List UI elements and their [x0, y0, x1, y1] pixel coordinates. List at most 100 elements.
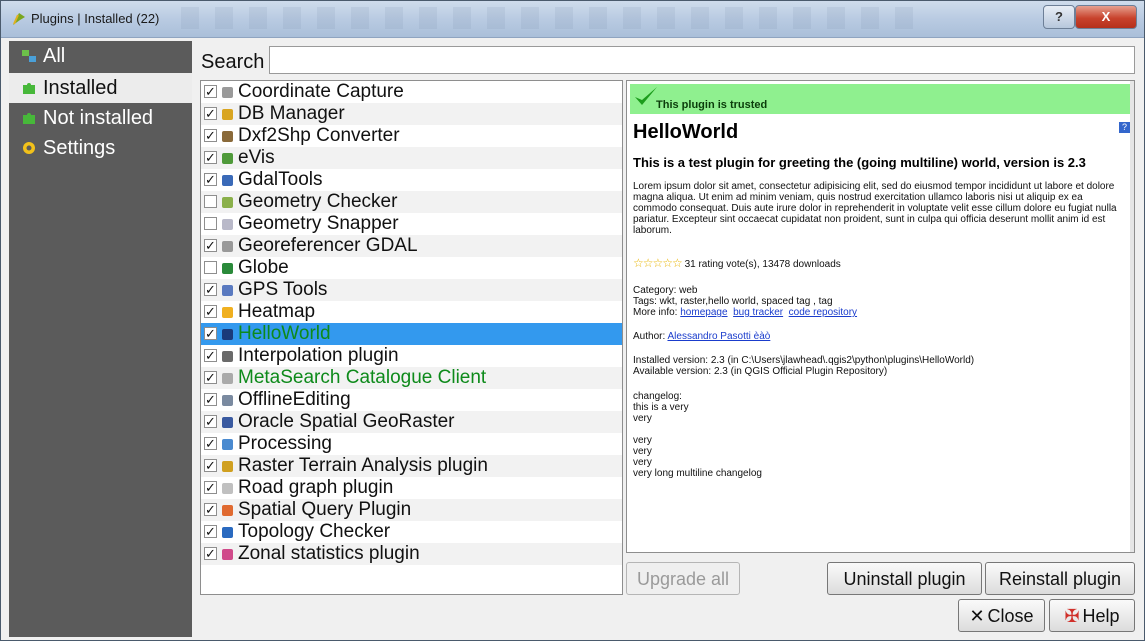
processing-icon — [222, 439, 233, 450]
plugin-enabled-checkbox[interactable]: ✓ — [204, 547, 217, 560]
sidebar-item-all[interactable]: All — [9, 41, 192, 71]
plugin-row[interactable]: ✓ Dxf2Shp Converter — [201, 125, 622, 147]
grid-icon — [222, 241, 233, 252]
plugin-enabled-checkbox[interactable]: ✓ — [204, 393, 217, 406]
plugin-row[interactable]: ✓ GdalTools — [201, 169, 622, 191]
upgrade-all-button[interactable]: Upgrade all — [626, 562, 740, 595]
code-repository-link[interactable]: code repository — [789, 307, 857, 318]
bug-tracker-link[interactable]: bug tracker — [733, 307, 783, 318]
sidebar-item-label: Installed — [43, 77, 118, 99]
plugin-row[interactable]: ✓ Zonal statistics plugin — [201, 543, 622, 565]
plugin-row[interactable]: ✓ Spatial Query Plugin — [201, 499, 622, 521]
plugin-name: Oracle Spatial GeoRaster — [238, 411, 455, 432]
search-label: Search — [201, 51, 265, 73]
plugin-enabled-checkbox[interactable] — [204, 217, 217, 230]
plugin-enabled-checkbox[interactable]: ✓ — [204, 173, 217, 186]
changelog-line: very — [633, 446, 652, 457]
plugin-row[interactable]: Globe — [201, 257, 622, 279]
plugin-row[interactable]: Geometry Checker — [201, 191, 622, 213]
details-scrollbar[interactable] — [1130, 81, 1134, 552]
author-label: Author: — [633, 331, 666, 342]
rating-stars-icon[interactable]: ☆☆☆☆☆ — [633, 256, 683, 270]
plugin-enabled-checkbox[interactable]: ✓ — [204, 481, 217, 494]
plugin-row[interactable]: ✓ HelloWorld — [201, 323, 622, 345]
plugin-enabled-checkbox[interactable]: ✓ — [204, 239, 217, 252]
plugin-row[interactable]: ✓ Interpolation plugin — [201, 345, 622, 367]
sidebar-item-installed[interactable]: Installed — [9, 73, 192, 103]
author-link[interactable]: Alessandro Pasotti èàò — [667, 331, 770, 342]
plugin-enabled-checkbox[interactable]: ✓ — [204, 437, 217, 450]
sidebar-item-label: Settings — [43, 137, 116, 159]
plugin-subtitle: This is a test plugin for greeting the (… — [633, 155, 1086, 170]
plugin-row[interactable]: Geometry Snapper — [201, 213, 622, 235]
plugin-row[interactable]: ✓ DB Manager — [201, 103, 622, 125]
reinstall-plugin-button[interactable]: Reinstall plugin — [985, 562, 1135, 595]
homepage-link[interactable]: homepage — [680, 307, 727, 318]
plugin-enabled-checkbox[interactable] — [204, 261, 217, 274]
changelog-line: this is a very — [633, 402, 689, 413]
more-info-label: More info: — [633, 307, 678, 318]
plugin-row[interactable]: ✓ Coordinate Capture — [201, 81, 622, 103]
plugin-name: Zonal statistics plugin — [238, 543, 420, 564]
plugin-enabled-checkbox[interactable]: ✓ — [204, 85, 217, 98]
changelog-line: very — [633, 457, 652, 468]
plugin-enabled-checkbox[interactable]: ✓ — [204, 107, 217, 120]
gdal-icon — [222, 175, 233, 186]
available-version-text: Available version: 2.3 (in QGIS Official… — [633, 366, 888, 377]
plugin-enabled-checkbox[interactable] — [204, 195, 217, 208]
close-button[interactable]: ✕ Close — [958, 599, 1045, 632]
plugin-row[interactable]: ✓ eVis — [201, 147, 622, 169]
title-bar[interactable]: Plugins | Installed (22) ? X — [1, 1, 1144, 38]
plugin-name: eVis — [238, 147, 275, 168]
plugin-help-icon[interactable]: ? — [1119, 122, 1130, 133]
plugin-enabled-checkbox[interactable]: ✓ — [204, 415, 217, 428]
plugin-enabled-checkbox[interactable]: ✓ — [204, 459, 217, 472]
plugin-enabled-checkbox[interactable]: ✓ — [204, 525, 217, 538]
plugin-row[interactable]: ✓ Road graph plugin — [201, 477, 622, 499]
plugin-row[interactable]: ✓ Raster Terrain Analysis plugin — [201, 455, 622, 477]
heatmap-icon — [222, 307, 233, 318]
plugin-row[interactable]: ✓ Heatmap — [201, 301, 622, 323]
plugin-name: GdalTools — [238, 169, 323, 190]
plugin-row[interactable]: ✓ Topology Checker — [201, 521, 622, 543]
sidebar: All Installed Not installed Settings — [9, 41, 192, 637]
more-info-row: More info: homepage bug tracker code rep… — [633, 307, 1123, 318]
plugin-enabled-checkbox[interactable]: ✓ — [204, 503, 217, 516]
plugin-row[interactable]: ✓ Georeferencer GDAL — [201, 235, 622, 257]
plugin-enabled-checkbox[interactable]: ✓ — [204, 283, 217, 296]
plugin-row[interactable]: ✓ OfflineEditing — [201, 389, 622, 411]
road-graph-icon — [222, 483, 233, 494]
title-help-button[interactable]: ? — [1043, 5, 1075, 29]
plugin-enabled-checkbox[interactable]: ✓ — [204, 327, 217, 340]
plugin-enabled-checkbox[interactable]: ✓ — [204, 129, 217, 142]
plugin-enabled-checkbox[interactable]: ✓ — [204, 371, 217, 384]
help-button-label: Help — [1082, 606, 1120, 626]
search-input[interactable] — [269, 46, 1135, 74]
dxf-icon — [222, 131, 233, 142]
plugin-row[interactable]: ✓ Oracle Spatial GeoRaster — [201, 411, 622, 433]
plugin-row[interactable]: ✓ Processing — [201, 433, 622, 455]
plugin-list[interactable]: ✓ Coordinate Capture ✓ DB Manager ✓ Dxf2Shp C… — [200, 80, 623, 595]
close-x-icon: ✕ — [969, 606, 985, 626]
plugin-name: Raster Terrain Analysis plugin — [238, 455, 488, 476]
interpolation-icon — [222, 351, 233, 362]
uninstall-plugin-button[interactable]: Uninstall plugin — [827, 562, 982, 595]
help-button[interactable]: ✠ Help — [1049, 599, 1135, 632]
title-close-button[interactable]: X — [1075, 5, 1137, 29]
plugin-enabled-checkbox[interactable]: ✓ — [204, 305, 217, 318]
plugin-name: OfflineEditing — [238, 389, 351, 410]
sidebar-item-settings[interactable]: Settings — [9, 133, 192, 163]
plugin-enabled-checkbox[interactable]: ✓ — [204, 151, 217, 164]
globe-icon — [222, 263, 233, 274]
plugin-name: Road graph plugin — [238, 477, 394, 498]
installed-puzzle-icon — [23, 83, 35, 94]
topology-icon — [222, 527, 233, 538]
sidebar-item-not-installed[interactable]: Not installed — [9, 103, 192, 133]
installed-version-text: Installed version: 2.3 (in C:\Users\jlaw… — [633, 355, 975, 366]
title-bar-background-decoration — [181, 7, 921, 29]
plugin-row[interactable]: ✓ GPS Tools — [201, 279, 622, 301]
plugin-row[interactable]: ✓ MetaSearch Catalogue Client — [201, 367, 622, 389]
spatial-query-icon — [222, 505, 233, 516]
plugin-enabled-checkbox[interactable]: ✓ — [204, 349, 217, 362]
not-installed-puzzle-icon — [23, 113, 35, 124]
